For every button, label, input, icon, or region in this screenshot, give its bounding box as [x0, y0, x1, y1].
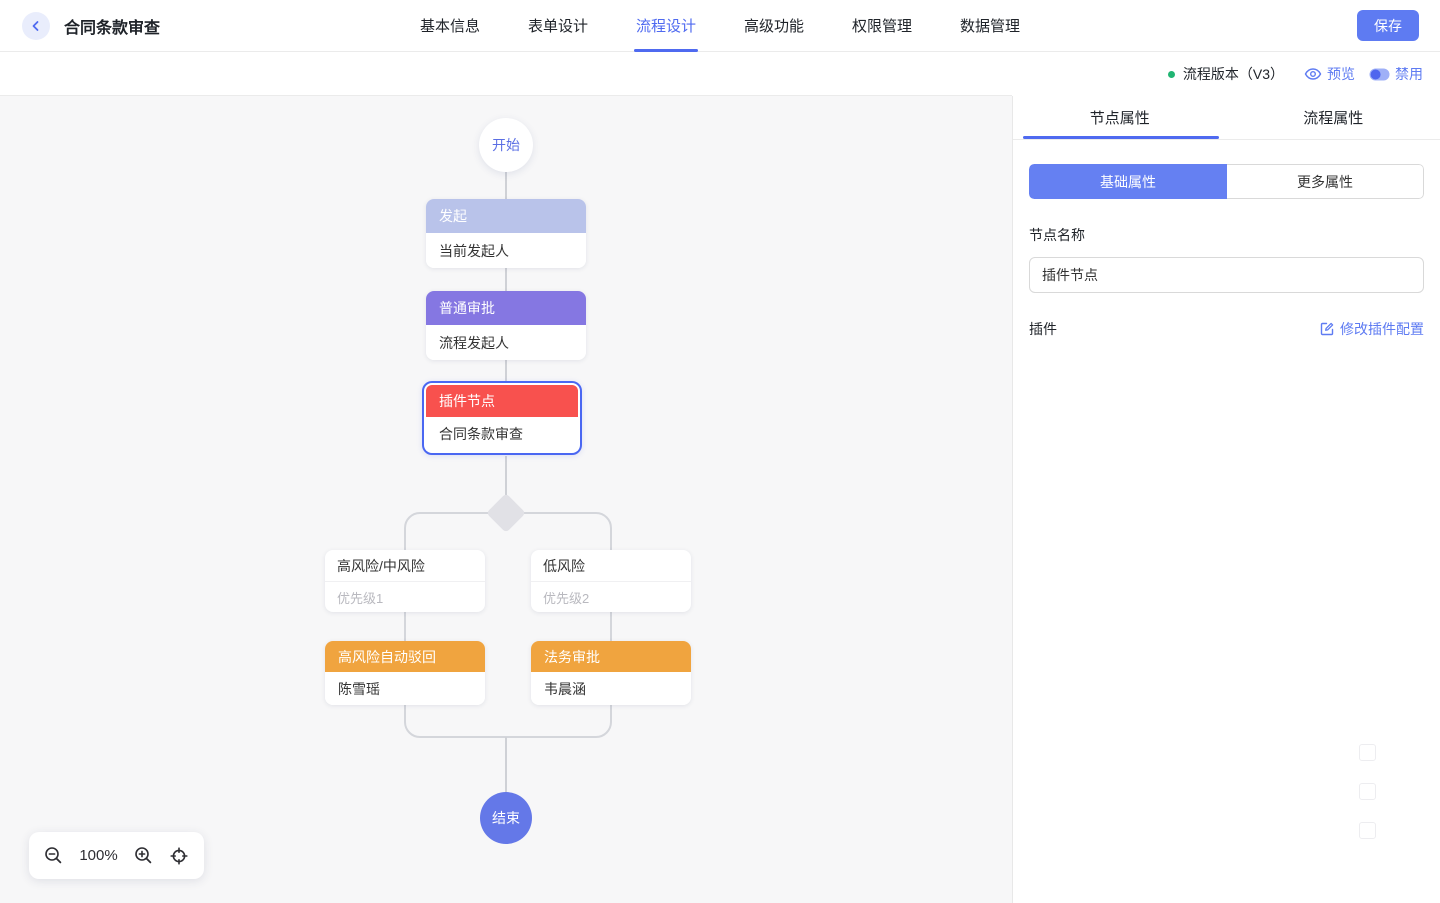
- panel-placeholder-square: [1359, 822, 1376, 839]
- node-auto-reject-header: 高风险自动驳回: [325, 641, 485, 672]
- property-segmented-control: 基础属性 更多属性: [1029, 164, 1424, 199]
- node-initiate-header: 发起: [426, 199, 586, 233]
- node-plugin-selected[interactable]: 插件节点 合同条款审查: [422, 381, 582, 455]
- zoom-control: 100%: [29, 832, 204, 879]
- panel-placeholder-square: [1359, 744, 1376, 761]
- panel-body: 基础属性 更多属性 节点名称 插件 修改插件配置: [1013, 140, 1440, 339]
- save-button[interactable]: 保存: [1357, 10, 1419, 41]
- chevron-left-icon: [30, 20, 42, 32]
- properties-panel: 节点属性 流程属性 基础属性 更多属性 节点名称 插件 修改插件配置: [1012, 96, 1440, 903]
- node-legal-approval[interactable]: 法务审批 韦晨涵: [531, 641, 691, 705]
- nav-item-advanced[interactable]: 高级功能: [744, 0, 804, 52]
- eye-icon: [1304, 67, 1322, 81]
- node-name-label: 节点名称: [1029, 227, 1085, 243]
- start-node-label: 开始: [492, 137, 520, 153]
- condition-high-risk[interactable]: 高风险/中风险 优先级1: [325, 550, 485, 612]
- connector-line: [505, 737, 507, 793]
- panel-placeholder-square: [1359, 783, 1376, 800]
- tab-process-properties[interactable]: 流程属性: [1227, 96, 1440, 139]
- connector-line: [505, 172, 507, 200]
- zoom-out-icon: [44, 846, 63, 865]
- nav-item-basic-info[interactable]: 基本信息: [420, 0, 480, 52]
- edit-plugin-config-label: 修改插件配置: [1340, 321, 1424, 337]
- subtab-more-properties[interactable]: 更多属性: [1227, 164, 1424, 199]
- panel-tabs: 节点属性 流程属性: [1013, 96, 1440, 140]
- node-initiate[interactable]: 发起 当前发起人: [426, 199, 586, 268]
- status-dot-icon: [1167, 70, 1175, 78]
- zoom-out-button[interactable]: [44, 846, 63, 865]
- header-left: 合同条款审查: [22, 0, 160, 52]
- node-approval-header: 普通审批: [426, 291, 586, 325]
- edit-icon: [1319, 321, 1335, 337]
- plugin-row: 插件 修改插件配置: [1029, 319, 1424, 339]
- zoom-in-button[interactable]: [134, 846, 153, 865]
- app-window: 合同条款审查 基本信息 表单设计 流程设计 高级功能 权限管理 数据管理 保存 …: [0, 0, 1440, 903]
- start-node[interactable]: 开始: [479, 118, 533, 172]
- back-button[interactable]: [22, 12, 50, 40]
- disable-label: 禁用: [1395, 66, 1423, 82]
- node-name-input[interactable]: [1029, 257, 1424, 293]
- node-initiate-body: 当前发起人: [426, 233, 586, 268]
- toggle-icon: [1369, 68, 1390, 81]
- version-label: 流程版本（V3）: [1182, 66, 1284, 82]
- preview-label: 预览: [1327, 66, 1355, 82]
- condition-high-risk-title: 高风险/中风险: [325, 550, 485, 582]
- nav-item-data-mgmt[interactable]: 数据管理: [960, 0, 1020, 52]
- plugin-label: 插件: [1029, 321, 1057, 337]
- node-approval-body: 流程发起人: [426, 325, 586, 360]
- node-auto-reject[interactable]: 高风险自动驳回 陈雪瑶: [325, 641, 485, 705]
- flow-canvas[interactable]: 开始 发起 当前发起人 普通审批 流程发起人 插件节点 合同条款审查 高风险/中…: [0, 96, 1012, 903]
- node-plugin-header: 插件节点: [426, 385, 578, 417]
- end-node[interactable]: 结束: [480, 792, 532, 844]
- version-status: 流程版本（V3）: [1167, 64, 1284, 84]
- nav-item-process-design[interactable]: 流程设计: [633, 0, 699, 52]
- zoom-level: 100%: [79, 847, 118, 864]
- page-title: 合同条款审查: [64, 20, 161, 37]
- tab-node-properties[interactable]: 节点属性: [1013, 96, 1227, 139]
- condition-low-risk-priority: 优先级2: [543, 590, 590, 606]
- main-nav: 基本信息 表单设计 流程设计 高级功能 权限管理 数据管理: [420, 0, 1020, 52]
- preview-button[interactable]: 预览: [1304, 64, 1355, 84]
- nav-item-permissions[interactable]: 权限管理: [852, 0, 912, 52]
- subtab-basic-properties[interactable]: 基础属性: [1029, 164, 1227, 199]
- node-auto-reject-body: 陈雪瑶: [325, 672, 485, 705]
- disable-toggle[interactable]: 禁用: [1369, 64, 1423, 84]
- connector-line: [505, 360, 507, 382]
- connector-line: [505, 268, 507, 292]
- condition-low-risk[interactable]: 低风险 优先级2: [531, 550, 691, 612]
- node-legal-approval-header: 法务审批: [531, 641, 691, 672]
- nav-item-form-design[interactable]: 表单设计: [528, 0, 588, 52]
- edit-plugin-config-link[interactable]: 修改插件配置: [1319, 319, 1424, 339]
- node-approval[interactable]: 普通审批 流程发起人: [426, 291, 586, 360]
- main-area: 开始 发起 当前发起人 普通审批 流程发起人 插件节点 合同条款审查 高风险/中…: [0, 96, 1440, 903]
- top-header: 合同条款审查 基本信息 表单设计 流程设计 高级功能 权限管理 数据管理 保存: [0, 0, 1440, 52]
- end-node-label: 结束: [492, 810, 520, 826]
- node-plugin-body: 合同条款审查: [426, 417, 578, 451]
- condition-low-risk-title: 低风险: [531, 550, 691, 582]
- crosshair-icon: [169, 846, 189, 866]
- fit-view-button[interactable]: [169, 846, 189, 866]
- condition-high-risk-priority: 优先级1: [337, 590, 384, 606]
- zoom-in-icon: [134, 846, 153, 865]
- node-legal-approval-body: 韦晨涵: [531, 672, 691, 705]
- version-toolbar: 流程版本（V3） 预览 禁用: [0, 52, 1440, 96]
